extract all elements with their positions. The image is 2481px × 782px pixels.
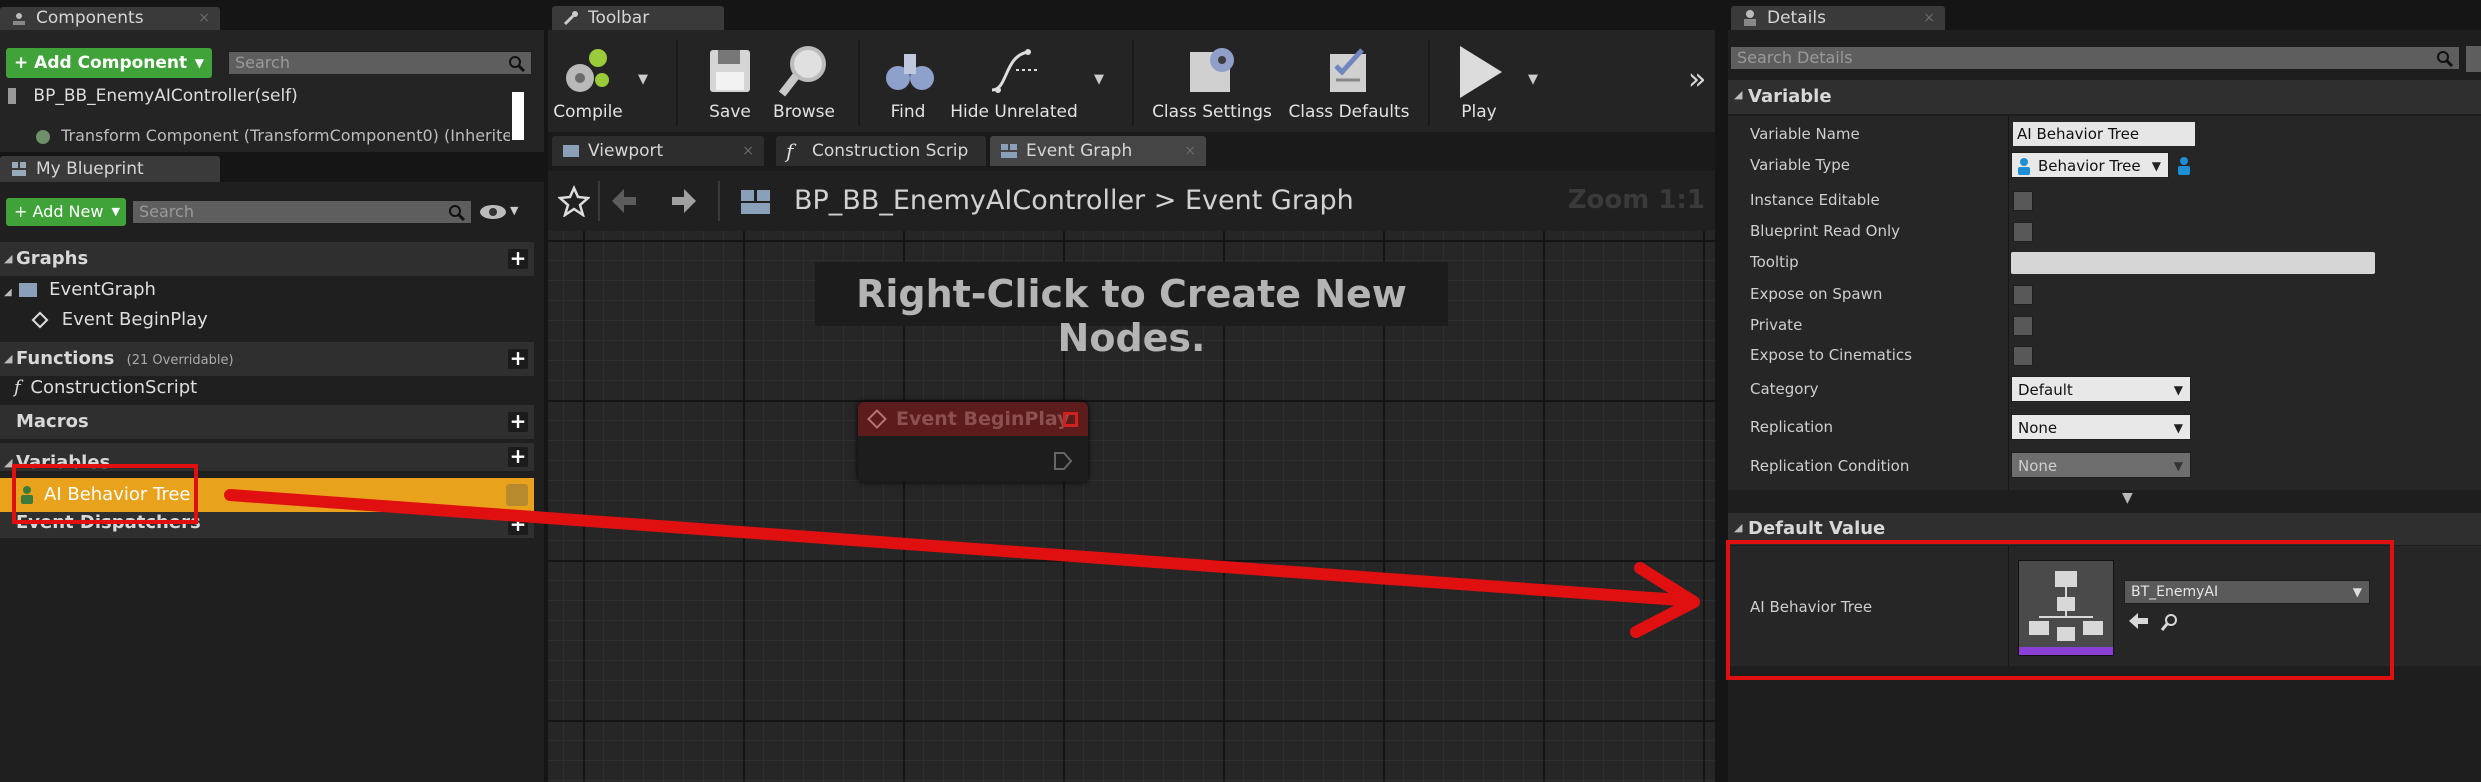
annotation-arrow (224, 489, 1700, 638)
